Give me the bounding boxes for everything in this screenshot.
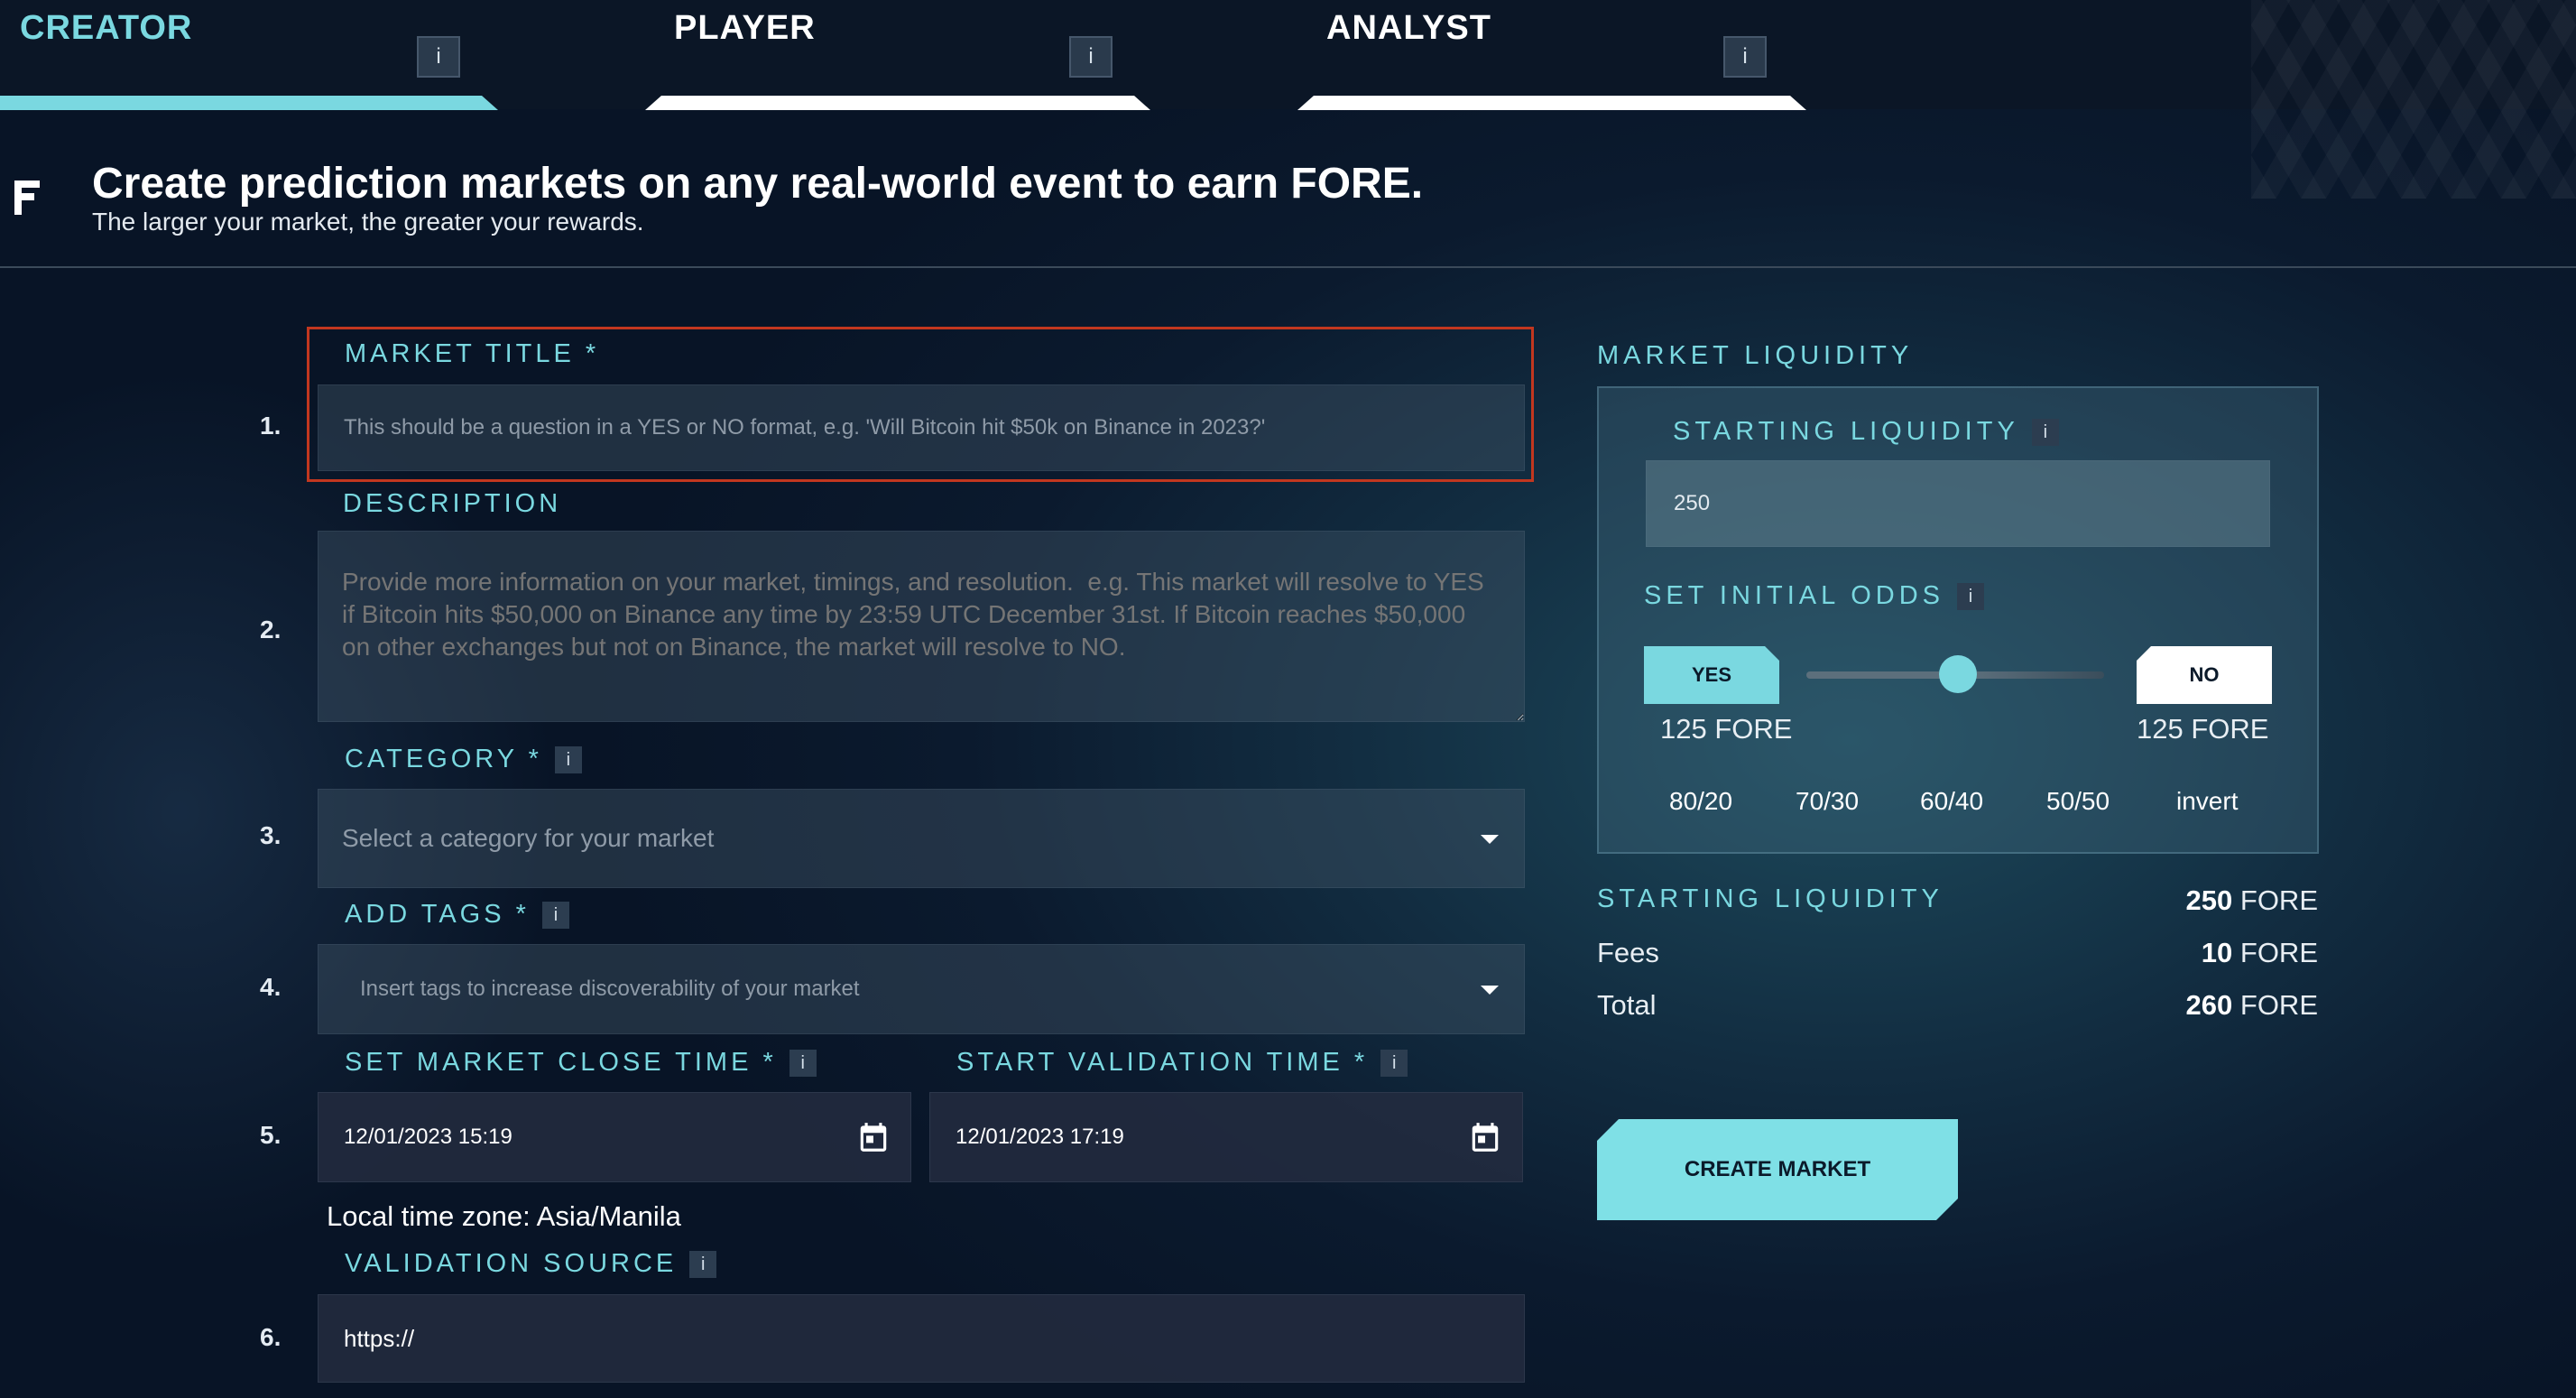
tab-player-label: PLAYER (674, 9, 816, 47)
no-amount: 125 FORE (2137, 713, 2269, 745)
validation-source-label: VALIDATION SOURCE i (345, 1249, 717, 1279)
initial-odds-label-text: SET INITIAL ODDS (1644, 581, 1944, 610)
validation-source-input[interactable]: https:// (318, 1294, 1525, 1383)
summary-starting-liquidity-label-text: STARTING LIQUIDITY (1597, 884, 1944, 913)
starting-liquidity-input[interactable]: 250 (1646, 460, 2270, 547)
odds-preset-70-30[interactable]: 70/30 (1796, 787, 1859, 816)
tags-info-icon[interactable]: i (541, 901, 569, 929)
starting-liquidity-label-text: STARTING LIQUIDITY (1673, 417, 2019, 446)
initial-odds-label: SET INITIAL ODDS i (1644, 581, 1984, 611)
summary-starting-liquidity-label: STARTING LIQUIDITY (1597, 884, 1944, 914)
summary-fees-label: Fees (1597, 937, 1659, 968)
starting-liquidity-label: STARTING LIQUIDITY i (1673, 417, 2059, 447)
description-label: DESCRIPTION (343, 489, 561, 519)
category-select[interactable]: Select a category for your market (318, 789, 1525, 888)
timezone-note: Local time zone: Asia/Manila (327, 1200, 681, 1232)
summary-total-unit: FORE (2232, 989, 2318, 1021)
tags-label-text: ADD TAGS * (345, 900, 530, 929)
page-title: Create prediction markets on any real-wo… (92, 160, 1424, 208)
summary-starting-liquidity-value: 250 FORE (2186, 884, 2318, 917)
tab-creator[interactable]: CREATOR i (0, 0, 505, 109)
odds-preset-invert[interactable]: invert (2176, 787, 2238, 816)
validation-time-info-icon[interactable]: i (1380, 1049, 1408, 1077)
validation-source-label-text: VALIDATION SOURCE (345, 1249, 678, 1278)
summary-total-amount: 260 (2185, 989, 2233, 1021)
close-time-label: SET MARKET CLOSE TIME * i (345, 1048, 817, 1078)
tab-analyst-indicator (1297, 96, 1806, 110)
summary-fees-amount: 10 (2201, 937, 2233, 968)
summary-total-value: 260 FORE (2186, 989, 2318, 1022)
category-label: CATEGORY * i (345, 745, 582, 774)
fore-logo-icon (14, 181, 42, 215)
yes-outcome-button[interactable]: YES (1644, 646, 1779, 704)
summary-starting-unit: FORE (2232, 884, 2318, 916)
description-label-text: DESCRIPTION (343, 489, 562, 518)
tags-label: ADD TAGS * i (345, 900, 569, 930)
summary-total-label: Total (1597, 989, 1657, 1021)
tab-creator-label: CREATOR (20, 9, 193, 47)
starting-liquidity-value: 250 (1674, 491, 1711, 515)
odds-preset-80-20[interactable]: 80/20 (1669, 787, 1732, 816)
initial-odds-info-icon[interactable]: i (1957, 582, 1984, 610)
top-navigation: CREATOR i PLAYER i ANALYST i (0, 0, 2576, 199)
tags-placeholder: Insert tags to increase discoverability … (360, 977, 860, 1001)
calendar-icon[interactable] (1468, 1120, 1502, 1154)
validation-time-label-text: START VALIDATION TIME * (956, 1048, 1369, 1077)
odds-slider-handle[interactable] (1939, 655, 1977, 693)
tab-analyst-label: ANALYST (1326, 9, 1491, 47)
tab-player-info-icon[interactable]: i (1069, 36, 1113, 78)
yes-amount: 125 FORE (1660, 713, 1793, 745)
tab-creator-indicator (0, 96, 498, 110)
summary-fees-value: 10 FORE (2202, 937, 2318, 969)
tags-input[interactable]: Insert tags to increase discoverability … (318, 944, 1525, 1034)
step-number-3: 3. (260, 821, 282, 849)
liquidity-panel (1597, 386, 2319, 854)
step-number-4: 4. (260, 973, 282, 1001)
market-title-placeholder: This should be a question in a YES or NO… (344, 415, 1266, 440)
step-number-6: 6. (260, 1323, 282, 1351)
summary-fees-unit: FORE (2232, 937, 2318, 968)
chevron-down-icon (1481, 986, 1499, 995)
validation-source-info-icon[interactable]: i (689, 1250, 717, 1278)
tab-creator-info-icon[interactable]: i (417, 36, 460, 78)
summary-starting-amount: 250 (2185, 884, 2233, 916)
close-time-info-icon[interactable]: i (789, 1049, 817, 1077)
category-info-icon[interactable]: i (554, 745, 582, 773)
page-subtitle: The larger your market, the greater your… (92, 208, 644, 236)
market-liquidity-title: MARKET LIQUIDITY (1597, 341, 1913, 371)
chevron-down-icon (1481, 835, 1499, 844)
tab-player-indicator (645, 96, 1150, 110)
tab-analyst[interactable]: ANALYST i (1297, 0, 1806, 109)
step-number-2: 2. (260, 616, 282, 643)
market-liquidity-title-text: MARKET LIQUIDITY (1597, 341, 1914, 370)
market-title-label-text: MARKET TITLE * (345, 339, 600, 368)
no-outcome-button[interactable]: NO (2137, 646, 2272, 704)
validation-source-value: https:// (344, 1324, 415, 1352)
create-market-button[interactable]: CREATE MARKET (1597, 1119, 1958, 1220)
calendar-icon[interactable] (856, 1120, 891, 1154)
step-number-5: 5. (260, 1121, 282, 1149)
odds-preset-60-40[interactable]: 60/40 (1920, 787, 1983, 816)
description-textarea[interactable] (318, 531, 1525, 722)
tab-player[interactable]: PLAYER i (645, 0, 1150, 109)
category-label-text: CATEGORY * (345, 745, 542, 773)
close-time-input[interactable]: 12/01/2023 15:19 (318, 1092, 911, 1182)
market-title-input[interactable]: This should be a question in a YES or NO… (318, 384, 1525, 471)
tab-analyst-info-icon[interactable]: i (1723, 36, 1767, 78)
category-placeholder: Select a category for your market (342, 824, 715, 852)
close-time-label-text: SET MARKET CLOSE TIME * (345, 1048, 777, 1077)
validation-time-label: START VALIDATION TIME * i (956, 1048, 1408, 1078)
market-title-label: MARKET TITLE * (345, 339, 599, 369)
close-time-value: 12/01/2023 15:19 (344, 1125, 512, 1149)
validation-time-value: 12/01/2023 17:19 (956, 1125, 1124, 1149)
step-number-1: 1. (260, 412, 282, 440)
starting-liquidity-info-icon[interactable]: i (2031, 418, 2059, 446)
validation-time-input[interactable]: 12/01/2023 17:19 (929, 1092, 1523, 1182)
odds-preset-50-50[interactable]: 50/50 (2046, 787, 2110, 816)
